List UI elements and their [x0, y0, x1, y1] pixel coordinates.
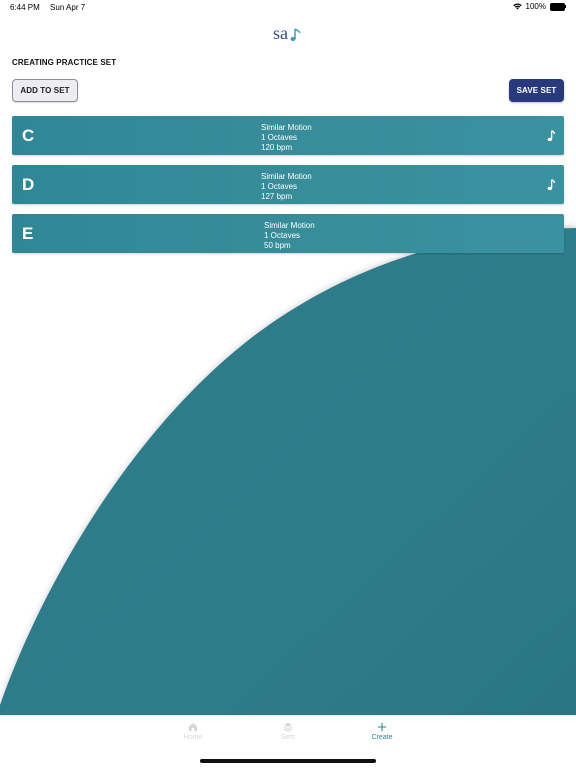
practice-octaves: 1 Octaves — [261, 133, 298, 142]
practice-item[interactable]: D Similar Motion 1 Octaves 127 bpm — [12, 165, 564, 204]
home-icon — [188, 722, 198, 732]
status-date: Sun Apr 7 — [50, 3, 86, 12]
practice-details: Similar Motion 1 Octaves 127 bpm — [261, 172, 312, 202]
practice-item[interactable]: C Similar Motion 1 Octaves 120 bpm — [12, 116, 564, 155]
practice-motion: Similar Motion — [261, 123, 312, 132]
music-note-icon[interactable] — [547, 179, 555, 191]
scale-letter: E — [22, 224, 34, 243]
logo-text: sa — [273, 23, 288, 43]
practice-motion: Similar Motion — [264, 221, 315, 230]
save-set-button[interactable]: SAVE SET — [509, 79, 564, 102]
practice-bpm: 120 bpm — [261, 143, 293, 152]
wifi-icon — [512, 3, 522, 10]
home-indicator — [200, 759, 376, 763]
battery-icon — [550, 3, 566, 11]
tab-home[interactable]: Home — [163, 722, 223, 746]
status-bar: 6:44 PM Sun Apr 7 100% — [0, 0, 576, 16]
add-to-set-button[interactable]: ADD TO SET — [12, 79, 78, 102]
tab-label-sets: Sets — [280, 734, 295, 741]
tab-sets[interactable]: Sets — [258, 722, 318, 746]
plus-icon — [377, 722, 387, 732]
music-note-icon[interactable] — [547, 130, 555, 142]
status-indicators: 100% — [512, 2, 566, 11]
practice-octaves: 1 Octaves — [261, 182, 298, 191]
practice-bpm: 127 bpm — [261, 192, 293, 201]
status-time-date: 6:44 PM Sun Apr 7 — [10, 3, 85, 12]
scale-letter: C — [22, 126, 35, 145]
tab-label-create: Create — [371, 734, 393, 741]
practice-bpm: 50 bpm — [264, 241, 291, 250]
tab-label-home: Home — [183, 734, 203, 741]
practice-details: Similar Motion 1 Octaves 50 bpm — [264, 221, 315, 251]
status-time: 6:44 PM — [10, 3, 40, 12]
app-logo: sa — [270, 22, 306, 46]
sets-icon — [283, 722, 293, 732]
practice-details: Similar Motion 1 Octaves 120 bpm — [261, 123, 312, 153]
practice-motion: Similar Motion — [261, 172, 312, 181]
battery-percent: 100% — [525, 2, 546, 11]
practice-octaves: 1 Octaves — [264, 231, 301, 240]
page-title: CREATING PRACTICE SET — [12, 58, 117, 67]
scale-letter: D — [22, 175, 35, 194]
tab-create[interactable]: Create — [352, 722, 412, 746]
practice-item[interactable]: E Similar Motion 1 Octaves 50 bpm — [12, 214, 564, 253]
